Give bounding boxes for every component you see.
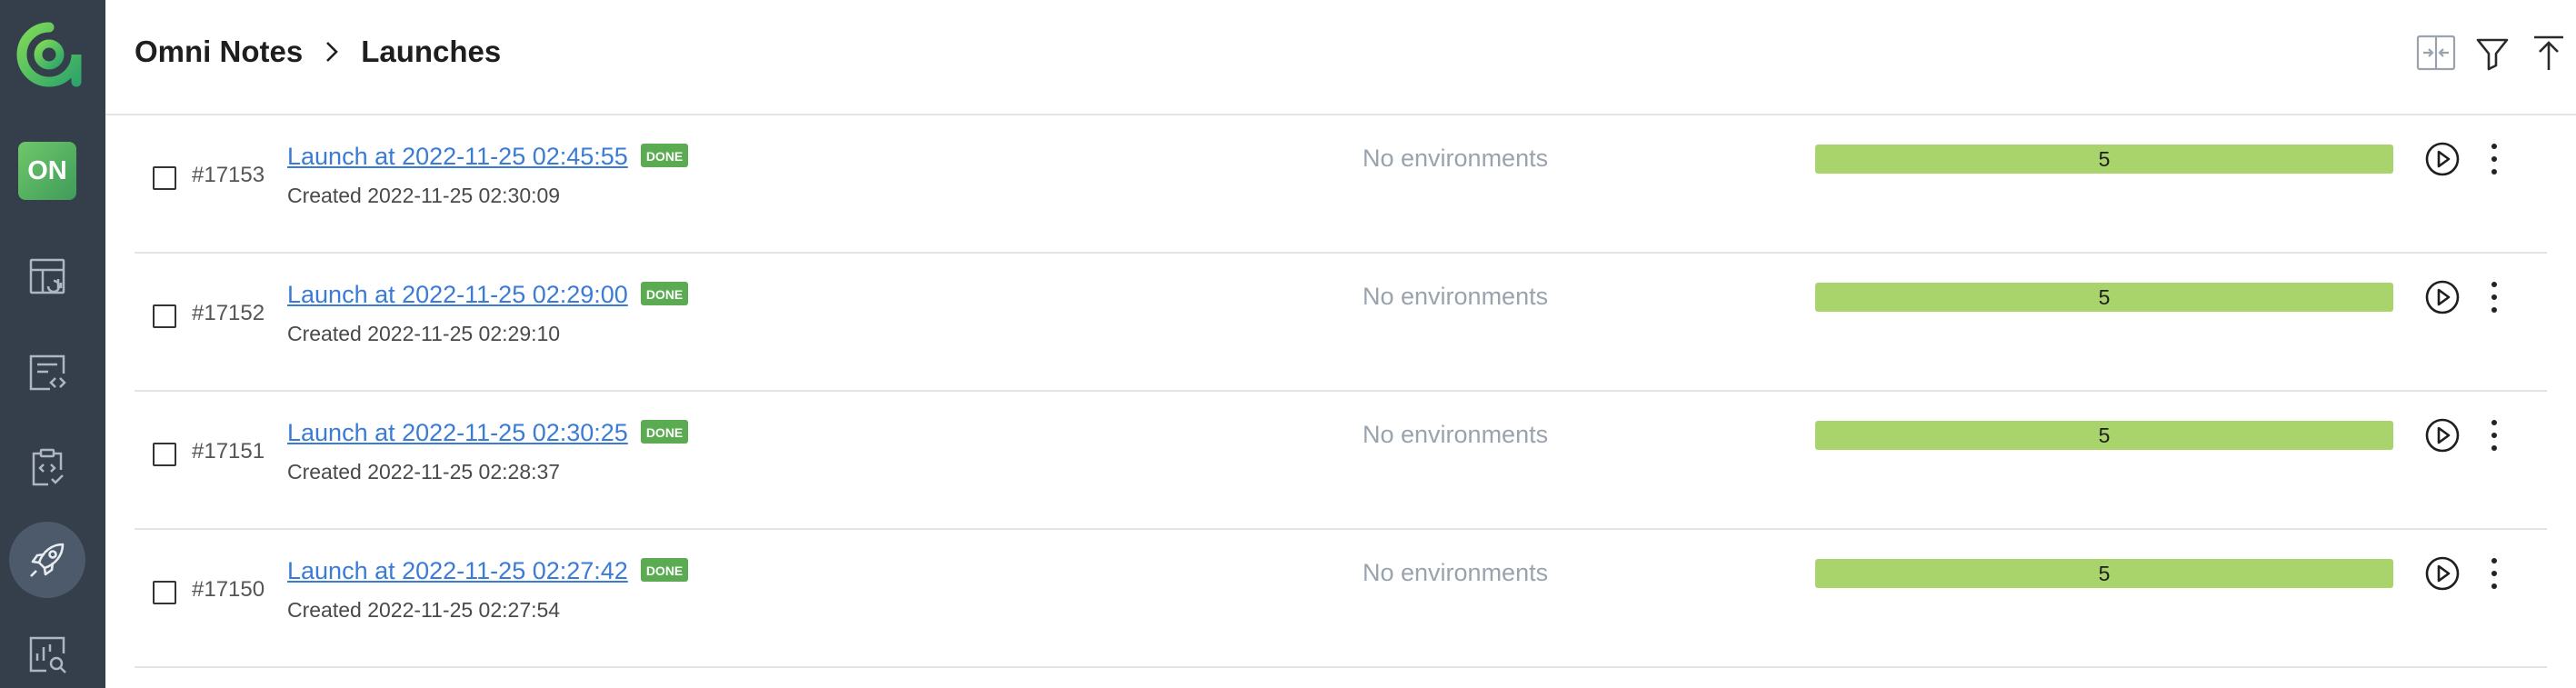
status-badge: DONE [640, 420, 689, 444]
launch-id: #17151 [192, 439, 265, 464]
compare-icon [2416, 35, 2456, 71]
breadcrumb: Omni Notes Launches [135, 35, 501, 69]
launch-created: Created 2022-11-25 02:27:54 [287, 598, 561, 622]
more-options-icon[interactable] [2485, 554, 2503, 593]
upload-button[interactable] [2521, 25, 2576, 80]
result-count: 5 [2098, 423, 2111, 447]
more-options-icon[interactable] [2485, 140, 2503, 178]
launch-environments: No environments [1363, 559, 1549, 586]
result-count: 5 [2098, 146, 2111, 171]
launch-environments: No environments [1363, 145, 1549, 172]
launch-created: Created 2022-11-25 02:28:37 [287, 460, 561, 484]
allure-logo-icon[interactable] [16, 22, 82, 87]
launch-row[interactable]: #17152 Launch at 2022-11-25 02:29:00 DONE… [135, 254, 2547, 392]
filter-icon [2476, 38, 2509, 71]
launch-name-link[interactable]: Launch at 2022-11-25 02:45:55 DONE [287, 143, 689, 171]
breadcrumb-project[interactable]: Omni Notes [135, 35, 303, 69]
result-bar[interactable]: 5 [1815, 283, 2393, 312]
sidebar: ON [0, 0, 105, 688]
nav-launches[interactable] [9, 522, 85, 598]
status-badge: DONE [640, 282, 689, 305]
launch-environments: No environments [1363, 421, 1549, 448]
status-badge: DONE [640, 144, 689, 167]
launch-name-link[interactable]: Launch at 2022-11-25 02:29:00 DONE [287, 281, 689, 309]
compare-button[interactable] [2409, 25, 2463, 80]
chevron-right-icon [326, 42, 339, 62]
play-icon[interactable] [2423, 140, 2461, 178]
test-plans-icon [32, 448, 64, 486]
nav-dashboards[interactable] [20, 249, 75, 304]
result-bar[interactable]: 5 [1815, 421, 2393, 450]
launch-created: Created 2022-11-25 02:29:10 [287, 322, 561, 345]
analytics-search-icon [29, 636, 66, 673]
upload-icon [2534, 35, 2563, 70]
launch-id: #17153 [192, 163, 265, 187]
header-actions [2407, 25, 2576, 80]
row-checkbox[interactable] [153, 166, 176, 190]
page-header: Omni Notes Launches [105, 0, 2576, 115]
result-bar[interactable]: 5 [1815, 559, 2393, 588]
breadcrumb-page: Launches [361, 35, 502, 68]
nav-test-cases[interactable] [20, 345, 75, 400]
row-checkbox[interactable] [153, 581, 176, 604]
result-count: 5 [2098, 561, 2111, 585]
row-checkbox[interactable] [153, 443, 176, 466]
result-count: 5 [2098, 284, 2111, 309]
nav-test-plans[interactable] [20, 440, 75, 494]
launch-id: #17150 [192, 577, 265, 602]
status-badge: DONE [640, 558, 689, 582]
filter-button[interactable] [2465, 25, 2520, 80]
dashboard-icon [29, 258, 65, 294]
launch-row[interactable]: #17153 Launch at 2022-11-25 02:45:55 DONE… [135, 115, 2547, 254]
test-cases-icon [29, 354, 66, 391]
play-icon[interactable] [2423, 554, 2461, 593]
launch-created: Created 2022-11-25 02:30:09 [287, 184, 561, 207]
play-icon[interactable] [2423, 416, 2461, 454]
launch-environments: No environments [1363, 283, 1549, 310]
play-icon[interactable] [2423, 278, 2461, 316]
result-bar[interactable]: 5 [1815, 145, 2393, 174]
launch-name-link[interactable]: Launch at 2022-11-25 02:27:42 DONE [287, 557, 689, 585]
launch-name-link[interactable]: Launch at 2022-11-25 02:30:25 DONE [287, 419, 689, 447]
launches-rocket-icon [30, 543, 65, 577]
launch-row[interactable]: #17151 Launch at 2022-11-25 02:30:25 DONE… [135, 392, 2547, 530]
nav-analytics[interactable] [20, 627, 75, 682]
launch-row[interactable]: #17150 Launch at 2022-11-25 02:27:42 DONE… [135, 530, 2547, 668]
row-checkbox[interactable] [153, 304, 176, 328]
more-options-icon[interactable] [2485, 278, 2503, 316]
launch-id: #17152 [192, 301, 265, 325]
more-options-icon[interactable] [2485, 416, 2503, 454]
project-badge[interactable]: ON [18, 142, 76, 200]
